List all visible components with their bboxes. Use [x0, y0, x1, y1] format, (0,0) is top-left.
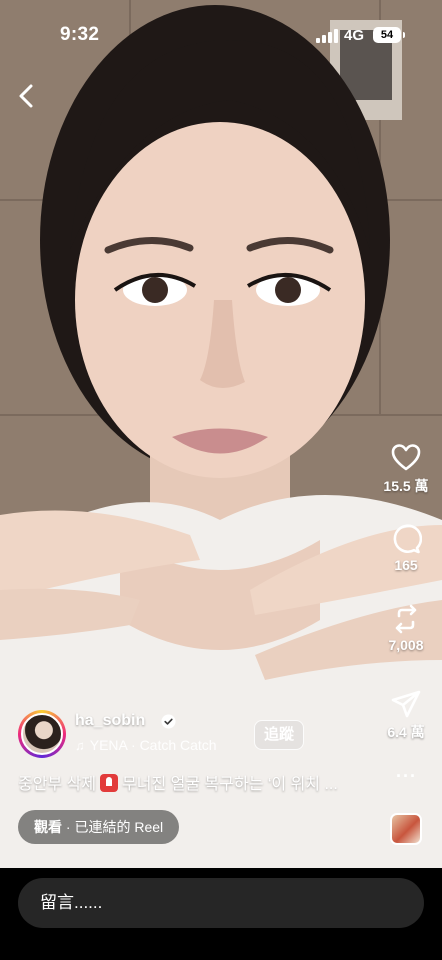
siren-icon	[100, 774, 119, 792]
reel-caption[interactable]: 중안부 삭제 무너진 얼굴 복구하는 ‘이 위치 ...	[18, 770, 358, 794]
share-icon[interactable]	[390, 688, 422, 720]
music-title: Catch Catch	[139, 737, 217, 753]
heart-icon[interactable]	[390, 442, 422, 474]
comment-input[interactable]: 留言......	[18, 878, 424, 928]
network-label: 4G	[344, 27, 365, 44]
share-count: 6.4 萬	[387, 724, 425, 740]
linked-reel-button[interactable]: 觀看 · 已連結的 Reel	[18, 810, 180, 844]
comment-bar: 留言......	[0, 868, 442, 960]
repost-action[interactable]: 7,008	[376, 603, 436, 653]
verified-icon	[161, 714, 176, 729]
author-avatar[interactable]	[18, 710, 66, 758]
comment-icon[interactable]	[390, 523, 422, 555]
reel-link-separator: ·	[65, 819, 71, 835]
avatar	[21, 713, 63, 755]
comment-count: 165	[394, 557, 418, 573]
like-action[interactable]: 15.5 萬	[376, 442, 436, 496]
back-icon[interactable]	[14, 82, 40, 110]
music-note-icon: ♫	[75, 738, 85, 753]
repost-count: 7,008	[388, 637, 424, 653]
audio-thumbnail[interactable]	[390, 813, 422, 845]
reel-screen: 9:32 4G 54 15.5 萬 165 7,008 6.4 萬 ha_sob…	[0, 0, 442, 960]
signal-icon	[316, 29, 340, 43]
caption-part2: 무너진 얼굴 복구하는 ‘이 위치 ...	[122, 776, 338, 793]
comment-action[interactable]: 165	[376, 523, 436, 573]
follow-button[interactable]: 追蹤	[254, 720, 305, 750]
battery-icon: 54	[373, 27, 405, 43]
music-separator: ·	[131, 737, 136, 753]
caption-part1: 중안부 삭제	[18, 776, 97, 793]
more-options-button[interactable]: ···	[396, 766, 417, 787]
linked-reel-label: 已連結的 Reel	[74, 819, 164, 835]
author-username[interactable]: ha_sobin	[75, 712, 145, 730]
music-artist: YENA	[89, 737, 128, 753]
watch-label: 觀看	[34, 819, 62, 835]
share-action[interactable]: 6.4 萬	[376, 688, 436, 742]
like-count: 15.5 萬	[383, 478, 429, 494]
status-bar: 9:32 4G 54	[0, 0, 442, 60]
status-time: 9:32	[60, 24, 100, 45]
repost-icon[interactable]	[390, 603, 422, 635]
music-info[interactable]: ♫ YENA · Catch Catch	[75, 737, 217, 753]
